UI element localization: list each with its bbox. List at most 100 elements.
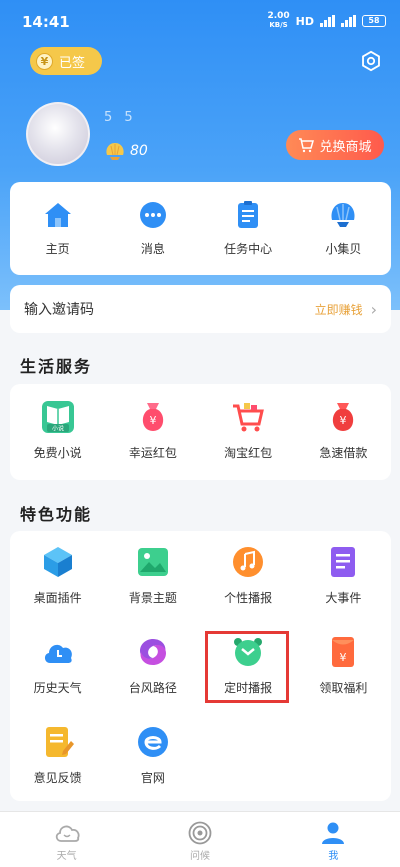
nav-message-label: 消息 [140, 242, 165, 256]
feat-custom-broadcast[interactable]: 个性播报 [201, 531, 296, 621]
feat-benefits-label: 领取福利 [319, 681, 368, 695]
feat-typhoon-path[interactable]: 台风路径 [105, 621, 200, 711]
features-row-2: 历史天气 台风路径 定时播报 ¥ 领取福利 [10, 621, 391, 711]
signal-icon [320, 15, 335, 27]
feat-history-weather[interactable]: 历史天气 [10, 621, 105, 711]
cloud-clock-icon [44, 644, 72, 663]
typhoon-icon [139, 639, 166, 665]
life-lucky-label: 幸运红包 [128, 446, 177, 460]
shell-icon [331, 203, 355, 227]
music-icon [233, 547, 264, 577]
feat-widget-label: 桌面插件 [33, 591, 82, 605]
document-icon [331, 547, 356, 577]
shell-balance: 80 [104, 141, 148, 161]
feat-feedback-label: 意见反馈 [33, 771, 82, 785]
tab-me[interactable]: 我 [267, 812, 400, 867]
status-icons: 2.00 KB/S HD 58 [267, 12, 386, 30]
net-speed-value: 2.00 [267, 11, 290, 21]
invite-code-row[interactable]: 输入邀请码 立即赚钱 › [10, 285, 391, 333]
svg-text:¥: ¥ [149, 414, 156, 427]
status-time: 14:41 [22, 13, 70, 31]
nav-shell[interactable]: 小集贝 [296, 182, 391, 275]
nav-shell-label: 小集贝 [325, 242, 362, 256]
life-lucky-redpacket[interactable]: ¥ 幸运红包 [105, 384, 200, 480]
mall-label: 兑换商城 [319, 139, 372, 155]
task-icon [238, 201, 259, 228]
tab-me-label: 我 [328, 851, 339, 862]
username: 5 5 [104, 110, 137, 125]
feat-event-label: 大事件 [325, 591, 362, 605]
red-envelope-icon: ¥ [332, 637, 355, 667]
signin-label: 已签 [59, 55, 86, 71]
hd-indicator: HD [295, 14, 314, 28]
life-novel-label: 免费小说 [33, 446, 82, 460]
nav-home-label: 主页 [45, 242, 70, 256]
invite-label: 输入邀请码 [24, 302, 94, 318]
life-services-card: 小说 免费小说 ¥ 幸运红包 淘宝红包 ¥ 急速借款 [10, 384, 391, 480]
website-icon [137, 727, 168, 757]
battery-icon: 58 [362, 15, 386, 27]
features-title: 特色功能 [20, 505, 93, 524]
feat-big-event[interactable]: 大事件 [296, 531, 391, 621]
feat-broadcast-label: 个性播报 [224, 591, 273, 605]
feedback-icon [45, 727, 74, 757]
book-icon: 小说 [41, 401, 74, 433]
nav-message[interactable]: 消息 [105, 182, 200, 275]
cube-icon [43, 547, 72, 577]
weather-tab-icon [55, 825, 80, 842]
life-free-novel[interactable]: 小说 免费小说 [10, 384, 105, 480]
feat-theme-label: 背景主题 [128, 591, 177, 605]
message-icon [139, 202, 166, 228]
greeting-tab-icon [188, 821, 212, 845]
avatar[interactable] [26, 102, 90, 166]
home-icon [44, 203, 71, 227]
nav-task-label: 任务中心 [224, 242, 273, 256]
tab-weather[interactable]: 天气 [0, 812, 133, 867]
highlight-annotation [205, 631, 289, 703]
shell-count: 80 [130, 143, 148, 159]
feat-official-site[interactable]: 官网 [105, 711, 200, 801]
profile-tab-icon [322, 822, 345, 844]
svg-text:¥: ¥ [340, 414, 347, 427]
quick-nav-card: 主页 消息 任务中心 小集贝 [10, 182, 391, 275]
features-card: 桌面插件 背景主题 个性播报 大事件 历史天气 台风路径 定时播报 ¥ 领取福利… [10, 531, 391, 801]
novel-badge: 小说 [52, 425, 64, 433]
net-speed: 2.00 KB/S [267, 12, 289, 30]
tab-greeting-label: 问候 [189, 851, 210, 862]
life-quick-loan[interactable]: ¥ 急速借款 [296, 384, 391, 480]
life-services-title: 生活服务 [20, 357, 93, 376]
life-loan-label: 急速借款 [319, 446, 368, 460]
feat-site-label: 官网 [140, 771, 165, 785]
tab-greeting[interactable]: 问候 [133, 812, 266, 867]
earn-now-label: 立即赚钱 [314, 302, 363, 317]
feat-history-label: 历史天气 [33, 681, 82, 695]
image-icon [137, 548, 168, 576]
shopping-cart-icon [233, 403, 265, 432]
svg-text:¥: ¥ [340, 651, 347, 664]
settings-icon[interactable] [360, 50, 382, 72]
feat-claim-benefits[interactable]: ¥ 领取福利 [296, 621, 391, 711]
signin-button[interactable]: ¥ 已签 [30, 47, 102, 75]
bottom-tab-bar: 天气 问候 我 [0, 811, 400, 867]
life-taobao-label: 淘宝红包 [224, 446, 273, 460]
coin-icon: ¥ [36, 52, 53, 70]
feat-desktop-widget[interactable]: 桌面插件 [10, 531, 105, 621]
nav-home[interactable]: 主页 [10, 182, 105, 275]
tab-weather-label: 天气 [56, 851, 77, 862]
signal-icon-2 [341, 15, 356, 27]
net-speed-unit: KB/S [269, 21, 288, 29]
feat-feedback[interactable]: 意见反馈 [10, 711, 105, 801]
feat-typhoon-label: 台风路径 [128, 681, 177, 695]
features-row-1: 桌面插件 背景主题 个性播报 大事件 [10, 531, 391, 621]
features-row-3: 意见反馈 官网 [10, 711, 391, 801]
lucky-bag-icon: ¥ [142, 403, 164, 431]
chevron-right-icon: › [370, 299, 377, 319]
nav-task-center[interactable]: 任务中心 [201, 182, 296, 275]
feat-background-theme[interactable]: 背景主题 [105, 531, 200, 621]
earn-now-link[interactable]: 立即赚钱 › [315, 300, 377, 319]
shell-coin-icon [106, 143, 124, 160]
life-taobao-redpacket[interactable]: 淘宝红包 [201, 384, 296, 480]
cart-icon [299, 138, 315, 153]
redeem-mall-button[interactable]: 兑换商城 [286, 130, 384, 160]
money-bag-icon: ¥ [333, 403, 354, 431]
